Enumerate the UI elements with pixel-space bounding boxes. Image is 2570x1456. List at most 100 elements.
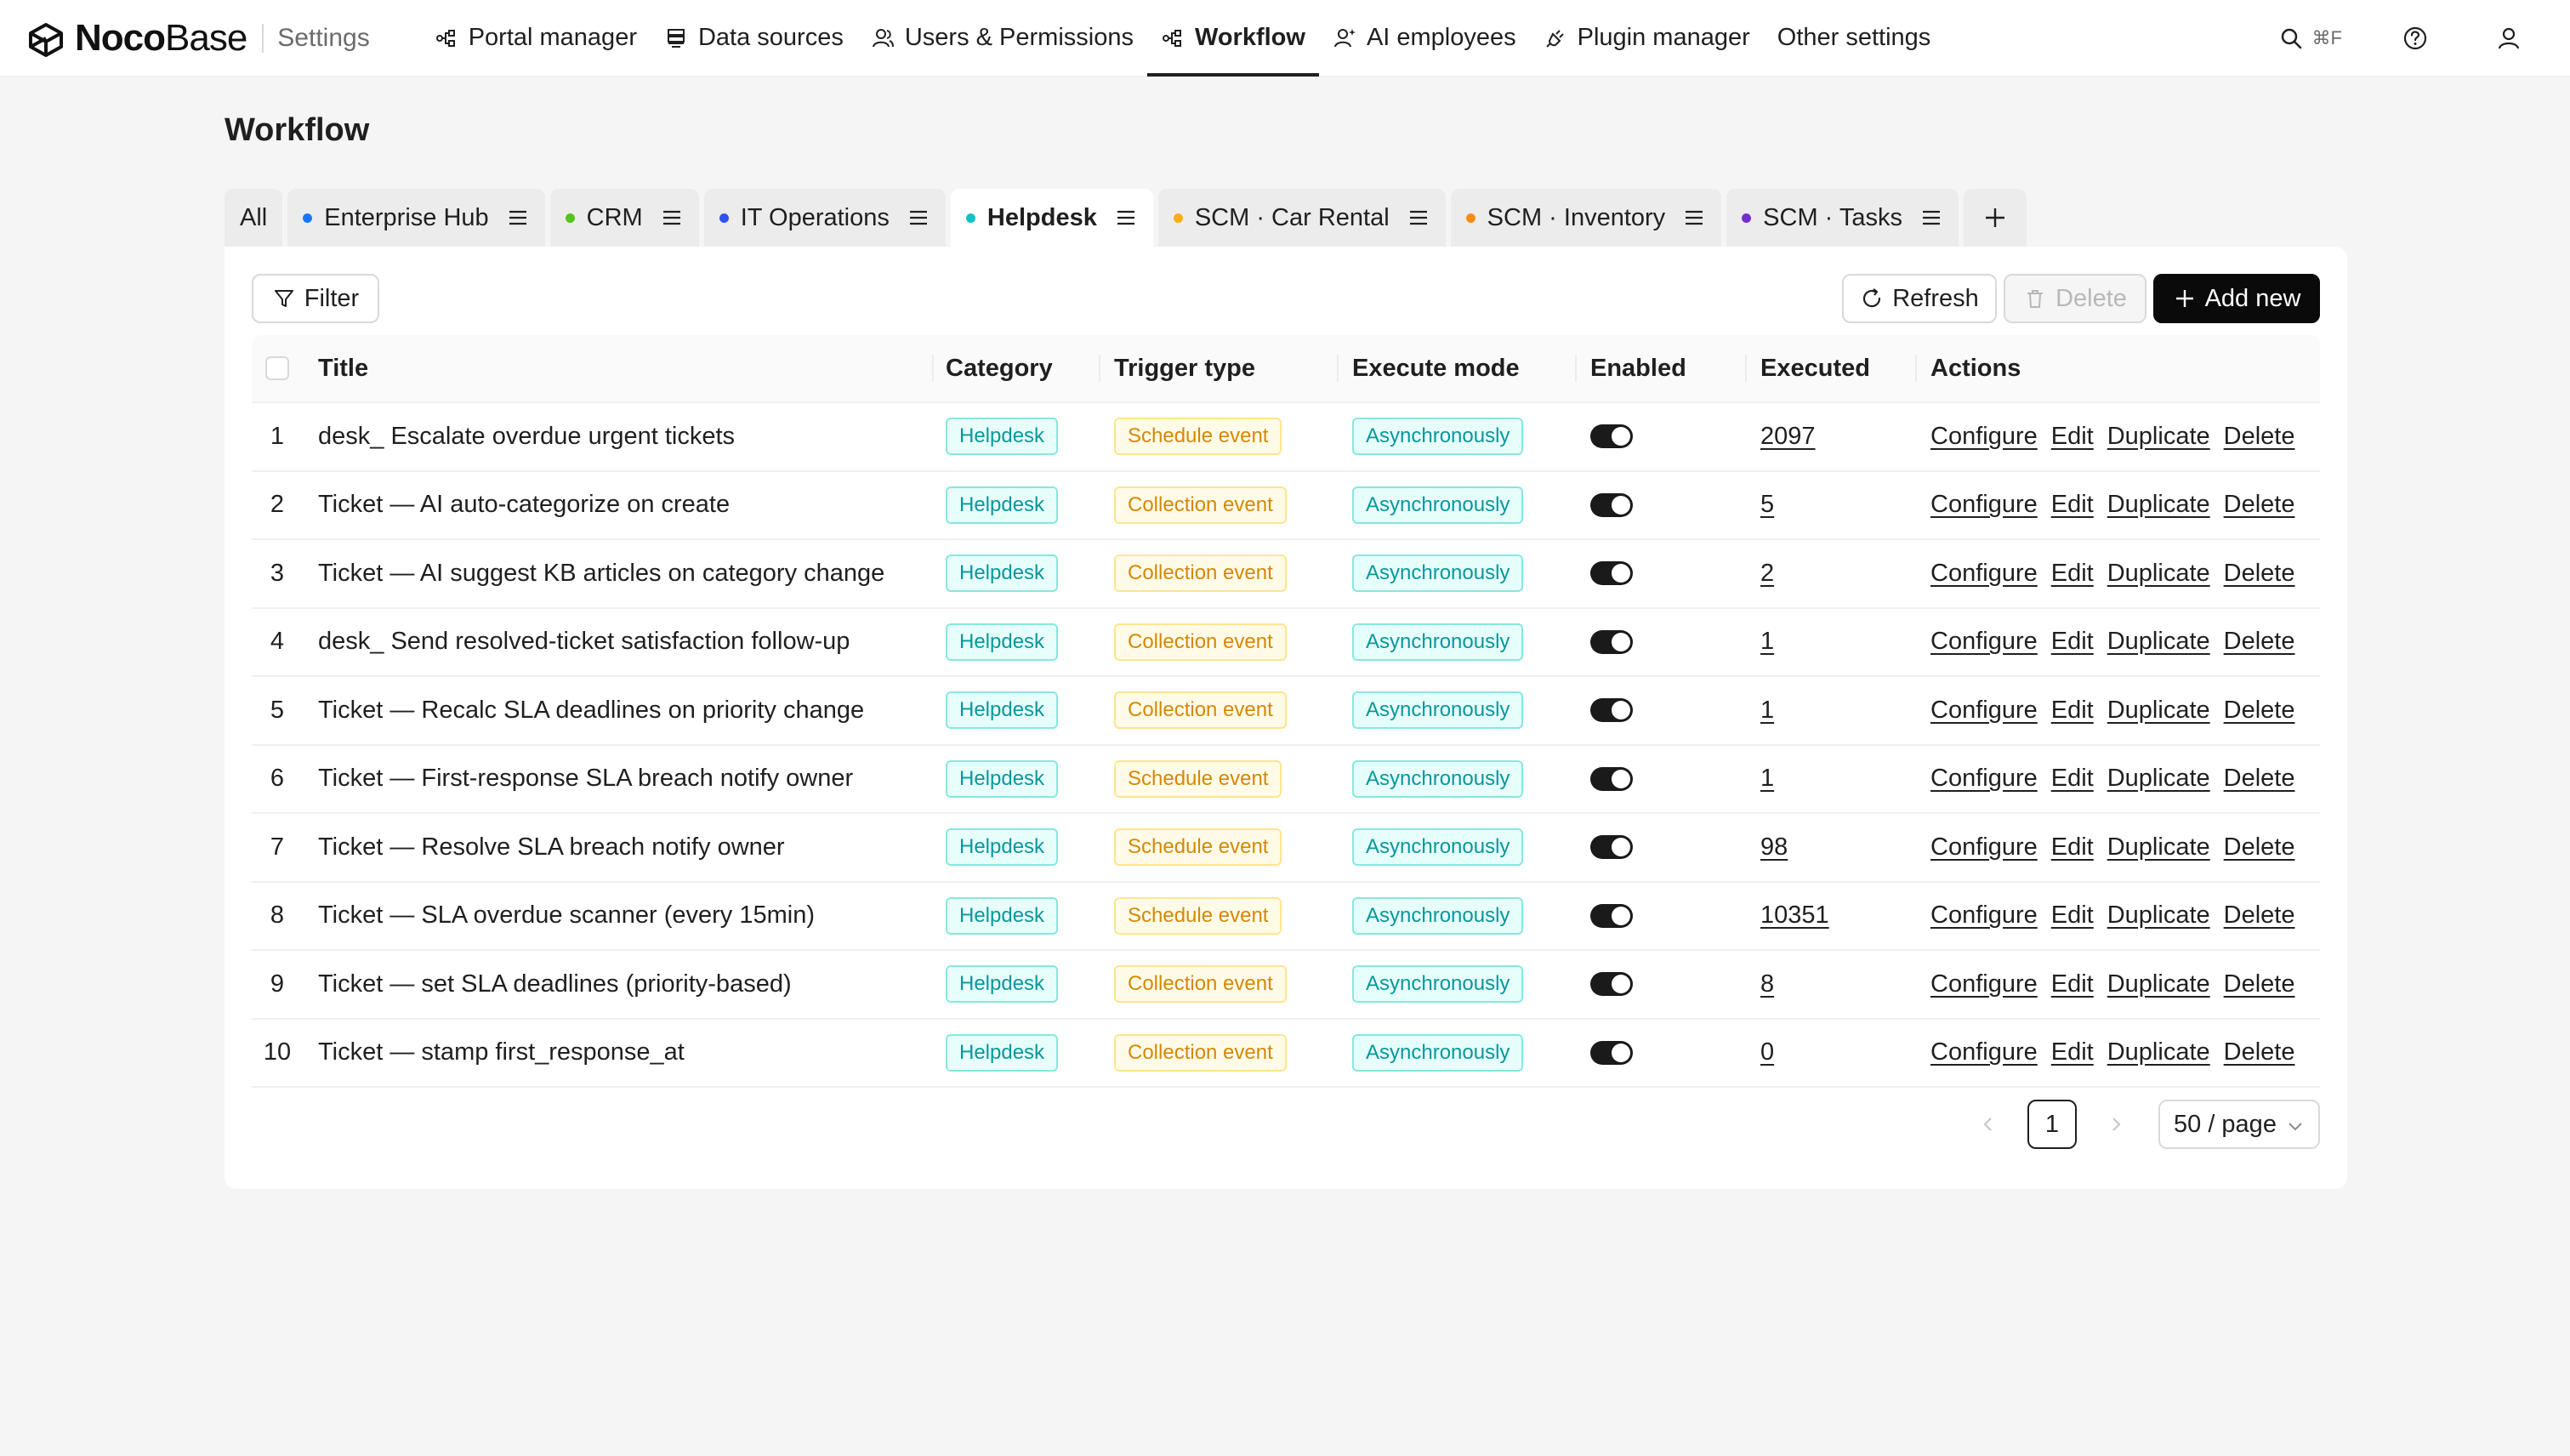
user-menu-button[interactable] — [2492, 21, 2526, 55]
duplicate-link[interactable]: Duplicate — [2107, 1038, 2210, 1066]
duplicate-link[interactable]: Duplicate — [2107, 423, 2210, 451]
enabled-toggle[interactable] — [1590, 835, 1633, 860]
executed-count-link[interactable]: 8 — [1760, 970, 1774, 998]
edit-link[interactable]: Edit — [2051, 423, 2094, 451]
duplicate-link[interactable]: Duplicate — [2107, 970, 2210, 998]
menu-icon[interactable] — [1114, 206, 1138, 230]
tab-scm-inventory[interactable]: SCM · Inventory — [1450, 189, 1722, 247]
nav-workflow[interactable]: Workflow — [1146, 0, 1319, 77]
duplicate-link[interactable]: Duplicate — [2107, 560, 2210, 588]
row-number[interactable]: 1 — [252, 403, 303, 470]
delete-link[interactable]: Delete — [2224, 560, 2295, 588]
row-number[interactable]: 10 — [252, 1020, 303, 1087]
configure-link[interactable]: Configure — [1930, 1038, 2038, 1066]
nav-portal-manager[interactable]: Portal manager — [421, 0, 651, 77]
edit-link[interactable]: Edit — [2051, 833, 2094, 862]
enabled-toggle[interactable] — [1590, 698, 1633, 723]
configure-link[interactable]: Configure — [1930, 697, 2038, 725]
delete-link[interactable]: Delete — [2224, 901, 2295, 930]
executed-count-link[interactable]: 1 — [1760, 765, 1774, 793]
enabled-toggle[interactable] — [1590, 766, 1633, 791]
tab-crm[interactable]: CRM — [549, 189, 699, 247]
duplicate-link[interactable]: Duplicate — [2107, 491, 2210, 519]
configure-link[interactable]: Configure — [1930, 560, 2038, 588]
duplicate-link[interactable]: Duplicate — [2107, 697, 2210, 725]
add-tab-button[interactable] — [1964, 189, 2027, 247]
edit-link[interactable]: Edit — [2051, 765, 2094, 793]
page-number-current[interactable]: 1 — [2027, 1100, 2077, 1149]
row-number[interactable]: 7 — [252, 814, 303, 881]
delete-link[interactable]: Delete — [2224, 491, 2295, 519]
duplicate-link[interactable]: Duplicate — [2107, 833, 2210, 862]
executed-count-link[interactable]: 0 — [1760, 1038, 1774, 1066]
tab-helpdesk[interactable]: Helpdesk — [950, 189, 1153, 247]
edit-link[interactable]: Edit — [2051, 491, 2094, 519]
duplicate-link[interactable]: Duplicate — [2107, 901, 2210, 930]
filter-button[interactable]: Filter — [252, 274, 379, 323]
configure-link[interactable]: Configure — [1930, 970, 2038, 998]
edit-link[interactable]: Edit — [2051, 560, 2094, 588]
configure-link[interactable]: Configure — [1930, 833, 2038, 862]
enabled-toggle[interactable] — [1590, 629, 1633, 654]
executed-count-link[interactable]: 10351 — [1760, 901, 1829, 930]
enabled-toggle[interactable] — [1590, 561, 1633, 586]
delete-link[interactable]: Delete — [2224, 1038, 2295, 1066]
delete-link[interactable]: Delete — [2224, 833, 2295, 862]
next-page-button[interactable] — [2099, 1107, 2133, 1141]
delete-link[interactable]: Delete — [2224, 697, 2295, 725]
enabled-toggle[interactable] — [1590, 492, 1633, 517]
row-number[interactable]: 2 — [252, 472, 303, 539]
delete-link[interactable]: Delete — [2224, 765, 2295, 793]
configure-link[interactable]: Configure — [1930, 628, 2038, 656]
tab-scm-car-rental[interactable]: SCM · Car Rental — [1157, 189, 1446, 247]
configure-link[interactable]: Configure — [1930, 901, 2038, 930]
duplicate-link[interactable]: Duplicate — [2107, 628, 2210, 656]
menu-icon[interactable] — [506, 206, 530, 230]
edit-link[interactable]: Edit — [2051, 1038, 2094, 1066]
nav-other-settings[interactable]: Other settings — [1764, 0, 1945, 77]
executed-count-link[interactable]: 1 — [1760, 697, 1774, 725]
tab-enterprise-hub[interactable]: Enterprise Hub — [287, 189, 545, 247]
row-number[interactable]: 3 — [252, 540, 303, 607]
row-number[interactable]: 6 — [252, 746, 303, 813]
executed-count-link[interactable]: 1 — [1760, 628, 1774, 656]
menu-icon[interactable] — [660, 206, 684, 230]
menu-icon[interactable] — [907, 206, 930, 230]
tab-scm-tasks[interactable]: SCM · Tasks — [1726, 189, 1959, 247]
menu-icon[interactable] — [1407, 206, 1430, 230]
edit-link[interactable]: Edit — [2051, 628, 2094, 656]
tab-all[interactable]: All — [225, 189, 283, 247]
duplicate-link[interactable]: Duplicate — [2107, 765, 2210, 793]
select-all-checkbox[interactable] — [265, 356, 289, 380]
help-button[interactable] — [2398, 21, 2432, 55]
menu-icon[interactable] — [1919, 206, 1943, 230]
executed-count-link[interactable]: 2097 — [1760, 423, 1816, 451]
menu-icon[interactable] — [1682, 206, 1706, 230]
nav-users-permissions[interactable]: Users & Permissions — [857, 0, 1147, 77]
executed-count-link[interactable]: 5 — [1760, 491, 1774, 519]
enabled-toggle[interactable] — [1590, 903, 1633, 928]
executed-count-link[interactable]: 98 — [1760, 833, 1788, 862]
edit-link[interactable]: Edit — [2051, 697, 2094, 725]
nocobase-logo[interactable]: Noco Base Settings — [26, 0, 370, 77]
delete-link[interactable]: Delete — [2224, 628, 2295, 656]
executed-count-link[interactable]: 2 — [1760, 560, 1774, 588]
delete-link[interactable]: Delete — [2224, 970, 2295, 998]
enabled-toggle[interactable] — [1590, 424, 1633, 449]
nav-ai-employees[interactable]: AI employees — [1319, 0, 1530, 77]
edit-link[interactable]: Edit — [2051, 970, 2094, 998]
refresh-button[interactable]: Refresh — [1842, 274, 1997, 323]
delete-button[interactable]: Delete — [2004, 274, 2146, 323]
row-number[interactable]: 8 — [252, 883, 303, 950]
configure-link[interactable]: Configure — [1930, 423, 2038, 451]
add-new-button[interactable]: Add new — [2153, 274, 2320, 323]
nav-plugin-manager[interactable]: Plugin manager — [1530, 0, 1764, 77]
prev-page-button[interactable] — [1971, 1107, 2005, 1141]
edit-link[interactable]: Edit — [2051, 901, 2094, 930]
enabled-toggle[interactable] — [1590, 972, 1633, 997]
search-button[interactable]: ⌘F — [2278, 26, 2342, 51]
row-number[interactable]: 5 — [252, 677, 303, 744]
row-number[interactable]: 9 — [252, 951, 303, 1018]
nav-data-sources[interactable]: Data sources — [651, 0, 857, 77]
row-number[interactable]: 4 — [252, 609, 303, 676]
